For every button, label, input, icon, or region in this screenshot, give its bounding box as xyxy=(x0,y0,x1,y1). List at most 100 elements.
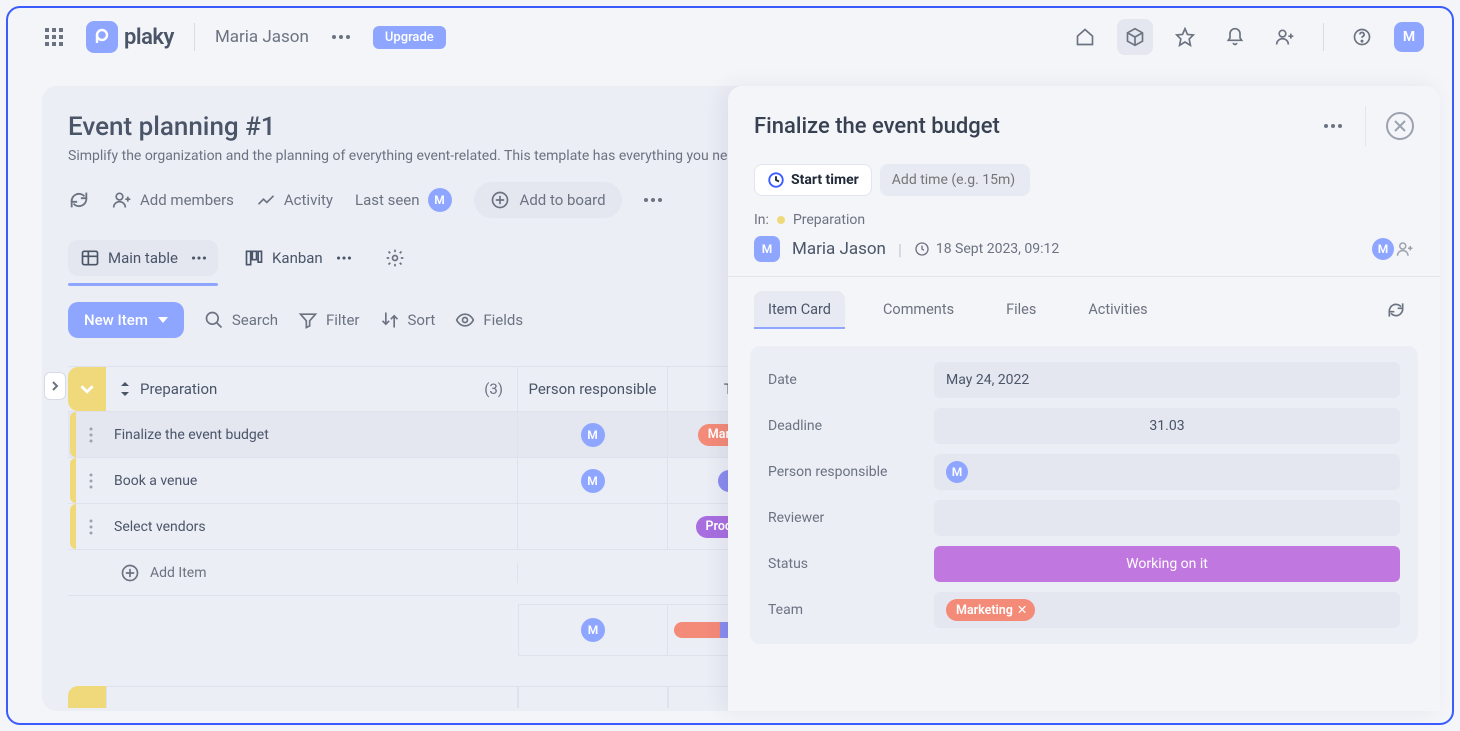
help-icon[interactable] xyxy=(1344,19,1380,55)
row-drag-icon[interactable] xyxy=(76,504,106,549)
cell-person[interactable]: M xyxy=(518,412,668,457)
cell-person[interactable]: M xyxy=(518,458,668,503)
person-avatar: M xyxy=(581,423,605,447)
package-icon[interactable] xyxy=(1117,19,1153,55)
logo[interactable]: plaky xyxy=(86,21,174,53)
clock-icon xyxy=(914,241,930,257)
logo-mark-icon xyxy=(86,21,118,53)
row-drag-icon[interactable] xyxy=(76,458,106,503)
fields-label: Fields xyxy=(483,311,523,329)
workspace-name[interactable]: Maria Jason xyxy=(215,27,309,47)
summary-avatar: M xyxy=(581,618,605,642)
item-card: Date May 24, 2022 Deadline 31.03 Person … xyxy=(750,346,1418,644)
last-seen-label: Last seen xyxy=(355,191,420,209)
panel-tabs: Item Card Comments Files Activities xyxy=(728,277,1440,328)
plus-circle-icon xyxy=(120,563,140,583)
summary-person[interactable]: M xyxy=(518,604,668,656)
tab-activities[interactable]: Activities xyxy=(1074,291,1161,328)
field-reviewer-label: Reviewer xyxy=(768,510,918,526)
cell-title[interactable]: Book a venue xyxy=(106,458,518,503)
remove-tag-icon[interactable]: ✕ xyxy=(1017,602,1027,618)
field-date-value[interactable]: May 24, 2022 xyxy=(934,362,1400,398)
panel-more-icon[interactable] xyxy=(1315,108,1351,144)
cell-person[interactable] xyxy=(518,504,668,549)
topbar: plaky Maria Jason Upgrade M xyxy=(8,8,1452,66)
add-to-board-label: Add to board xyxy=(520,191,606,209)
cell-title[interactable]: Select vendors xyxy=(106,504,518,549)
collapse-sidebar-icon[interactable] xyxy=(44,372,66,400)
separator xyxy=(1323,23,1324,51)
new-item-button[interactable]: New Item xyxy=(68,302,184,338)
tab-item-card[interactable]: Item Card xyxy=(754,291,845,328)
column-title[interactable]: Preparation (3) xyxy=(106,367,518,411)
last-seen-button[interactable]: Last seen M xyxy=(355,188,452,212)
panel-in-row: In: Preparation xyxy=(728,202,1440,228)
logo-text: plaky xyxy=(124,25,174,50)
home-icon[interactable] xyxy=(1067,19,1103,55)
add-time-input[interactable] xyxy=(880,164,1030,196)
panel-sync-icon[interactable] xyxy=(1378,292,1414,328)
star-icon[interactable] xyxy=(1167,19,1203,55)
person-avatar: M xyxy=(581,469,605,493)
search-button[interactable]: Search xyxy=(204,310,278,330)
sync-icon[interactable] xyxy=(68,189,90,211)
start-timer-button[interactable]: Start timer xyxy=(754,164,872,196)
field-person-value[interactable]: M xyxy=(934,454,1400,490)
field-deadline-value[interactable]: 31.03 xyxy=(934,408,1400,444)
field-team-label: Team xyxy=(768,602,918,618)
field-reviewer-value[interactable] xyxy=(934,500,1400,536)
add-members-label: Add members xyxy=(140,191,234,209)
activity-label: Activity xyxy=(284,191,333,209)
upgrade-button[interactable]: Upgrade xyxy=(373,26,446,49)
timer-icon xyxy=(767,171,785,189)
fields-button[interactable]: Fields xyxy=(455,310,523,330)
last-seen-avatar: M xyxy=(428,188,452,212)
field-status-label: Status xyxy=(768,556,918,572)
group-name: Preparation xyxy=(140,380,217,398)
view-main-label: Main table xyxy=(108,249,178,267)
field-person-label: Person responsible xyxy=(768,464,918,480)
filter-button[interactable]: Filter xyxy=(298,310,360,330)
separator xyxy=(194,23,195,51)
add-item-label: Add Item xyxy=(150,565,207,581)
row-drag-icon[interactable] xyxy=(76,412,106,457)
created-time: 18 Sept 2023, 09:12 xyxy=(914,241,1059,257)
tab-comments[interactable]: Comments xyxy=(869,291,968,328)
person-avatar: M xyxy=(946,461,968,483)
add-user-icon[interactable] xyxy=(1267,19,1303,55)
add-members-button[interactable]: Add members xyxy=(112,190,234,210)
field-team-value[interactable]: Marketing✕ xyxy=(934,592,1400,628)
group-count: (3) xyxy=(484,380,503,398)
user-avatar[interactable]: M xyxy=(1394,22,1424,52)
search-label: Search xyxy=(232,311,278,329)
field-status-value[interactable]: Working on it xyxy=(934,546,1400,582)
item-panel: Finalize the event budget Start timer In… xyxy=(728,86,1440,711)
assignee-avatar[interactable]: M xyxy=(1372,238,1394,260)
activity-button[interactable]: Activity xyxy=(256,190,333,210)
panel-title[interactable]: Finalize the event budget xyxy=(754,114,1315,139)
view-kanban[interactable]: Kanban xyxy=(232,240,363,276)
owner-name[interactable]: Maria Jason xyxy=(792,239,886,259)
view-kanban-label: Kanban xyxy=(272,249,323,267)
tab-files[interactable]: Files xyxy=(992,291,1050,328)
view-settings-icon[interactable] xyxy=(377,240,413,276)
group-collapse-icon[interactable] xyxy=(68,367,106,411)
close-icon[interactable] xyxy=(1386,112,1414,140)
bell-icon[interactable] xyxy=(1217,19,1253,55)
add-to-board-button[interactable]: Add to board xyxy=(474,182,622,218)
cell-title[interactable]: Finalize the event budget xyxy=(106,412,518,457)
group-color-dot xyxy=(777,216,785,224)
field-deadline-label: Deadline xyxy=(768,418,918,434)
board-more-icon[interactable] xyxy=(644,198,662,202)
owner-avatar[interactable]: M xyxy=(754,236,780,262)
more-icon[interactable] xyxy=(323,19,359,55)
add-assignee-icon[interactable] xyxy=(1396,240,1414,258)
sort-button[interactable]: Sort xyxy=(380,310,436,330)
in-label: In: xyxy=(754,212,769,228)
column-person[interactable]: Person responsible xyxy=(518,367,668,411)
field-date-label: Date xyxy=(768,372,918,388)
view-main-table[interactable]: Main table xyxy=(68,240,218,276)
apps-grid-icon[interactable] xyxy=(36,19,72,55)
in-group[interactable]: Preparation xyxy=(793,212,865,228)
sort-label: Sort xyxy=(408,311,436,329)
